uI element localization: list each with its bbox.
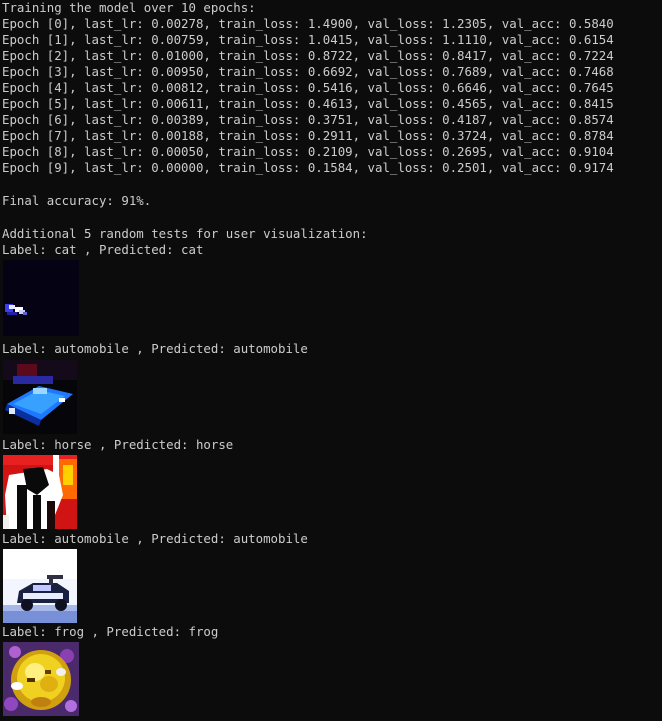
epoch-line: Epoch [0], last_lr: 0.00278, train_loss:… bbox=[2, 16, 614, 31]
training-header: Training the model over 10 epochs: bbox=[2, 0, 256, 15]
automobile-thumbnail bbox=[3, 360, 77, 434]
test-result: Label: horse , Predicted: horse bbox=[2, 437, 662, 529]
test-label: Label: frog , Predicted: frog bbox=[2, 624, 219, 639]
test-result: Label: automobile , Predicted: automobil… bbox=[2, 531, 662, 623]
epoch-line: Epoch [5], last_lr: 0.00611, train_loss:… bbox=[2, 96, 614, 111]
test-label: Label: automobile , Predicted: automobil… bbox=[2, 341, 308, 356]
epoch-line: Epoch [8], last_lr: 0.00050, train_loss:… bbox=[2, 144, 614, 159]
cat-thumbnail bbox=[3, 260, 79, 336]
final-accuracy: Final accuracy: 91%. bbox=[2, 193, 152, 208]
epoch-line: Epoch [2], last_lr: 0.01000, train_loss:… bbox=[2, 48, 614, 63]
test-label: Label: cat , Predicted: cat bbox=[2, 242, 204, 257]
frog-thumbnail bbox=[3, 642, 79, 716]
automobile-thumbnail bbox=[3, 549, 77, 623]
test-result: Label: frog , Predicted: frog bbox=[2, 624, 662, 716]
horse-thumbnail bbox=[3, 455, 77, 529]
epoch-line: Epoch [4], last_lr: 0.00812, train_loss:… bbox=[2, 80, 614, 95]
epoch-line: Epoch [9], last_lr: 0.00000, train_loss:… bbox=[2, 160, 614, 175]
test-result: Label: automobile , Predicted: automobil… bbox=[2, 341, 662, 434]
additional-tests-header: Additional 5 random tests for user visua… bbox=[2, 226, 368, 241]
test-label: Label: horse , Predicted: horse bbox=[2, 437, 234, 452]
test-label: Label: automobile , Predicted: automobil… bbox=[2, 531, 308, 546]
test-result: Label: cat , Predicted: cat bbox=[2, 242, 662, 336]
console-output: Training the model over 10 epochs: Epoch… bbox=[2, 0, 662, 716]
epoch-line: Epoch [3], last_lr: 0.00950, train_loss:… bbox=[2, 64, 614, 79]
epoch-line: Epoch [7], last_lr: 0.00188, train_loss:… bbox=[2, 128, 614, 143]
epoch-line: Epoch [1], last_lr: 0.00759, train_loss:… bbox=[2, 32, 614, 47]
epoch-line: Epoch [6], last_lr: 0.00389, train_loss:… bbox=[2, 112, 614, 127]
